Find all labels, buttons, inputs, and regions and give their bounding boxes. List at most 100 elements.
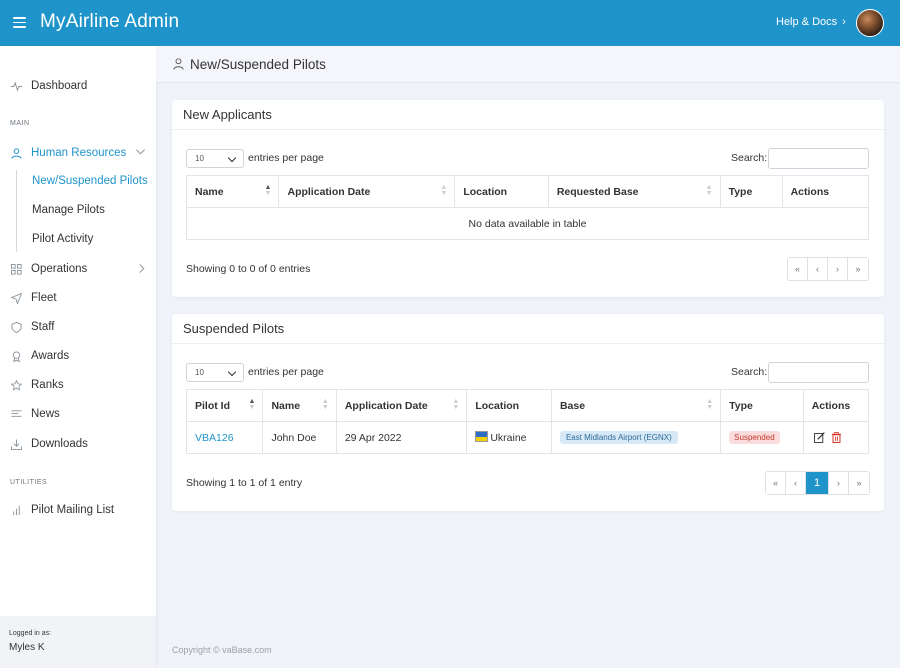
sidebar-subitem-new-suspended-pilots[interactable]: New/Suspended Pilots bbox=[32, 175, 148, 187]
column-label: Location bbox=[475, 399, 520, 412]
help-docs-label: Help & Docs bbox=[776, 16, 838, 28]
column-header-base[interactable]: Base ▲ ▼ bbox=[550, 389, 722, 422]
search-input[interactable] bbox=[768, 362, 869, 383]
status-badge: Suspended bbox=[729, 431, 780, 444]
column-header-requested-base[interactable]: Requested Base ▲ ▼ bbox=[547, 175, 721, 208]
sidebar-subitem-manage-pilots[interactable]: Manage Pilots bbox=[32, 204, 105, 216]
sidebar-item-label: Pilot Mailing List bbox=[31, 504, 115, 516]
card-title: New Applicants bbox=[183, 107, 272, 122]
star-icon bbox=[11, 379, 22, 391]
next-page-button[interactable]: › bbox=[829, 472, 849, 494]
logged-in-label: Logged in as: bbox=[9, 630, 52, 637]
bar-chart-icon bbox=[13, 505, 20, 515]
hr-submenu-line bbox=[16, 170, 17, 252]
column-header-application-date[interactable]: Application Date ▲ ▼ bbox=[335, 389, 468, 422]
search-label: Search: bbox=[731, 366, 768, 378]
hamburger-menu-icon[interactable] bbox=[13, 17, 26, 28]
type-cell: Suspended bbox=[720, 421, 804, 454]
column-label: Actions bbox=[811, 399, 851, 412]
empty-message: No data available in table bbox=[186, 207, 869, 240]
sidebar-item-fleet[interactable]: Fleet bbox=[0, 287, 156, 309]
send-icon bbox=[11, 292, 22, 304]
sort-icon: ▲ ▼ bbox=[706, 398, 714, 411]
sort-icon: ▲ ▼ bbox=[248, 398, 256, 411]
column-header-location[interactable]: Location bbox=[454, 175, 549, 208]
sidebar-subitem-pilot-activity[interactable]: Pilot Activity bbox=[32, 233, 93, 245]
sidebar-item-news[interactable]: News bbox=[0, 403, 156, 425]
base-cell: East Midlands Airport (EGNX) bbox=[550, 421, 722, 454]
entries-per-page-select[interactable]: 10 bbox=[186, 149, 244, 168]
app-title[interactable]: MyAirline Admin bbox=[40, 11, 179, 33]
logged-in-panel: Logged in as: Myles K bbox=[0, 616, 156, 668]
suspended-pilots-card: Suspended Pilots 10 entries per page Sea… bbox=[172, 314, 884, 511]
previous-page-button[interactable]: ‹ bbox=[808, 258, 828, 280]
sidebar-item-label: Staff bbox=[31, 321, 55, 333]
sidebar-item-label: Downloads bbox=[31, 438, 88, 450]
sidebar-item-label: Ranks bbox=[31, 379, 64, 391]
sidebar-item-dashboard[interactable]: Dashboard bbox=[0, 75, 156, 97]
last-page-button[interactable]: » bbox=[848, 258, 868, 280]
column-header-type[interactable]: Type bbox=[719, 175, 783, 208]
column-header-type[interactable]: Type bbox=[720, 389, 804, 422]
column-label: Location bbox=[463, 185, 508, 198]
pilot-id-link[interactable]: VBA126 bbox=[195, 432, 234, 444]
sidebar-item-operations[interactable]: Operations bbox=[0, 258, 156, 280]
activity-icon bbox=[11, 80, 22, 92]
sidebar-item-label: Operations bbox=[31, 263, 88, 275]
sidebar-item-label: Fleet bbox=[31, 292, 57, 304]
sort-icon: ▲ ▼ bbox=[452, 398, 460, 411]
sidebar-item-downloads[interactable]: Downloads bbox=[0, 433, 156, 455]
avatar[interactable] bbox=[856, 9, 884, 37]
divider bbox=[172, 129, 884, 130]
sidebar-item-pilot-mailing-list[interactable]: Pilot Mailing List bbox=[0, 499, 156, 521]
sidebar-item-ranks[interactable]: Ranks bbox=[0, 374, 156, 396]
new-applicants-card: New Applicants 10 entries per page Searc… bbox=[172, 100, 884, 297]
user-icon bbox=[11, 147, 22, 159]
entries-value: 10 bbox=[195, 368, 204, 377]
entries-per-page-label: entries per page bbox=[248, 152, 324, 164]
sidebar-item-awards[interactable]: Awards bbox=[0, 345, 156, 367]
shield-icon bbox=[11, 321, 22, 333]
column-label: Name bbox=[195, 185, 224, 198]
card-title: Suspended Pilots bbox=[183, 321, 285, 336]
date-cell: 29 Apr 2022 bbox=[335, 421, 468, 454]
help-docs-link[interactable]: Help & Docs › bbox=[776, 16, 846, 28]
footer-copyright: Copyright © vaBase.com bbox=[172, 645, 272, 655]
download-icon bbox=[11, 438, 22, 450]
page-1-button[interactable]: 1 bbox=[806, 472, 829, 494]
pilot-id-cell: VBA126 bbox=[185, 421, 264, 454]
column-header-name[interactable]: Name ▲ ▼ bbox=[262, 389, 337, 422]
sidebar-item-label: Human Resources bbox=[31, 147, 127, 159]
column-header-application-date[interactable]: Application Date ▲ ▼ bbox=[278, 175, 456, 208]
sort-icon: ▲ ▼ bbox=[321, 398, 329, 411]
sidebar: Dashboard MAIN Human Resources New/Suspe… bbox=[0, 46, 156, 668]
pagination: « ‹ 1 › » bbox=[765, 471, 870, 495]
entries-value: 10 bbox=[195, 154, 204, 163]
column-header-name[interactable]: Name ▲ ▼ bbox=[185, 175, 280, 208]
base-badge: East Midlands Airport (EGNX) bbox=[559, 431, 678, 444]
previous-page-button[interactable]: ‹ bbox=[786, 472, 806, 494]
last-page-button[interactable]: » bbox=[849, 472, 869, 494]
name-cell: John Doe bbox=[262, 421, 337, 454]
column-label: Type bbox=[728, 185, 753, 198]
page-title: New/Suspended Pilots bbox=[190, 57, 326, 72]
edit-icon[interactable] bbox=[813, 432, 825, 443]
chevron-right-icon: › bbox=[842, 16, 846, 28]
entries-per-page-select[interactable]: 10 bbox=[186, 363, 244, 382]
sidebar-item-human-resources[interactable]: Human Resources bbox=[0, 142, 156, 164]
column-header-location[interactable]: Location bbox=[466, 389, 552, 422]
align-left-icon bbox=[11, 409, 22, 417]
trash-icon[interactable] bbox=[831, 432, 842, 443]
page-header: New/Suspended Pilots bbox=[156, 46, 900, 83]
next-page-button[interactable]: › bbox=[828, 258, 848, 280]
section-label-main: MAIN bbox=[10, 120, 30, 127]
column-label: Application Date bbox=[344, 399, 428, 412]
table-row-empty: No data available in table bbox=[186, 207, 869, 240]
sidebar-item-staff[interactable]: Staff bbox=[0, 316, 156, 338]
first-page-button[interactable]: « bbox=[766, 472, 786, 494]
first-page-button[interactable]: « bbox=[788, 258, 808, 280]
column-header-actions: Actions bbox=[781, 175, 870, 208]
column-header-pilot-id[interactable]: Pilot Id ▲ ▼ bbox=[185, 389, 264, 422]
pagination: « ‹ › » bbox=[787, 257, 869, 281]
search-input[interactable] bbox=[768, 148, 869, 169]
